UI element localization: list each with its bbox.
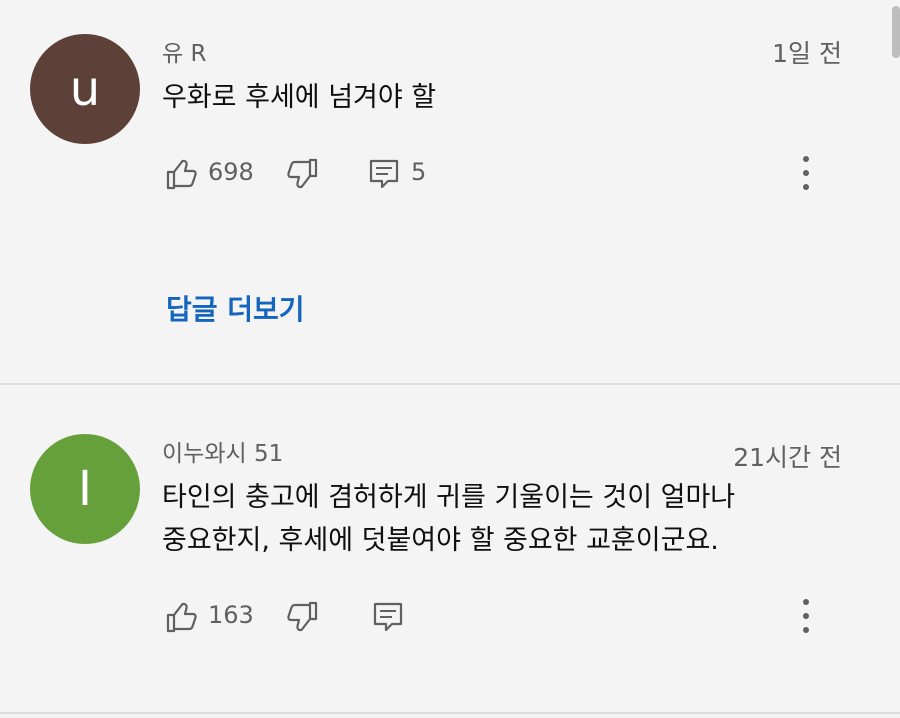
comment-time: 1일 전 <box>772 39 842 68</box>
view-replies-link[interactable]: 답글 더보기 <box>166 288 305 328</box>
avatar[interactable]: u <box>30 34 140 144</box>
comment-text: 우화로 후세에 넘겨야 할 <box>162 76 852 119</box>
divider <box>0 383 900 385</box>
comment-actions: 163 <box>160 599 860 639</box>
thumbs-down-icon[interactable] <box>284 599 320 635</box>
thumbs-up-icon[interactable] <box>164 156 200 192</box>
comment-time: 21시간 전 <box>733 443 842 472</box>
comment-actions: 698 5 <box>160 156 860 196</box>
comment-1: u 유 R 1일 전 우화로 후세에 넘겨야 할 698 5 답글 더보기 <box>0 0 900 380</box>
avatar-letter: u <box>69 61 101 117</box>
more-vertical-icon[interactable] <box>799 156 813 196</box>
comment-text-line: 중요한지, 후세에 덧붙여야 할 중요한 교훈이군요. <box>162 525 719 556</box>
comment-icon[interactable] <box>366 156 402 192</box>
avatar[interactable]: I <box>30 434 140 544</box>
divider <box>0 712 900 714</box>
comment-text-line: 타인의 충고에 겸허하게 귀를 기울이는 것이 얼마나 <box>162 482 736 513</box>
comment-icon[interactable] <box>370 599 406 635</box>
like-count: 163 <box>208 601 254 629</box>
thumbs-up-icon[interactable] <box>164 599 200 635</box>
comment-author[interactable]: 이누와시 51 <box>162 434 283 468</box>
comment-text-line: 우화로 후세에 넘겨야 할 <box>162 82 437 113</box>
like-count: 698 <box>208 158 254 186</box>
comments-page: u 유 R 1일 전 우화로 후세에 넘겨야 할 698 5 답글 더보기 I … <box>0 0 900 718</box>
reply-count: 5 <box>411 158 427 186</box>
comment-2: I 이누와시 51 21시간 전 타인의 충고에 겸허하게 귀를 기울이는 것이… <box>0 386 900 716</box>
thumbs-down-icon[interactable] <box>284 156 320 192</box>
avatar-letter: I <box>77 461 93 517</box>
comment-author[interactable]: 유 R <box>162 34 206 68</box>
more-vertical-icon[interactable] <box>799 599 813 639</box>
comment-text: 타인의 충고에 겸허하게 귀를 기울이는 것이 얼마나 중요한지, 후세에 덧붙… <box>162 476 852 562</box>
